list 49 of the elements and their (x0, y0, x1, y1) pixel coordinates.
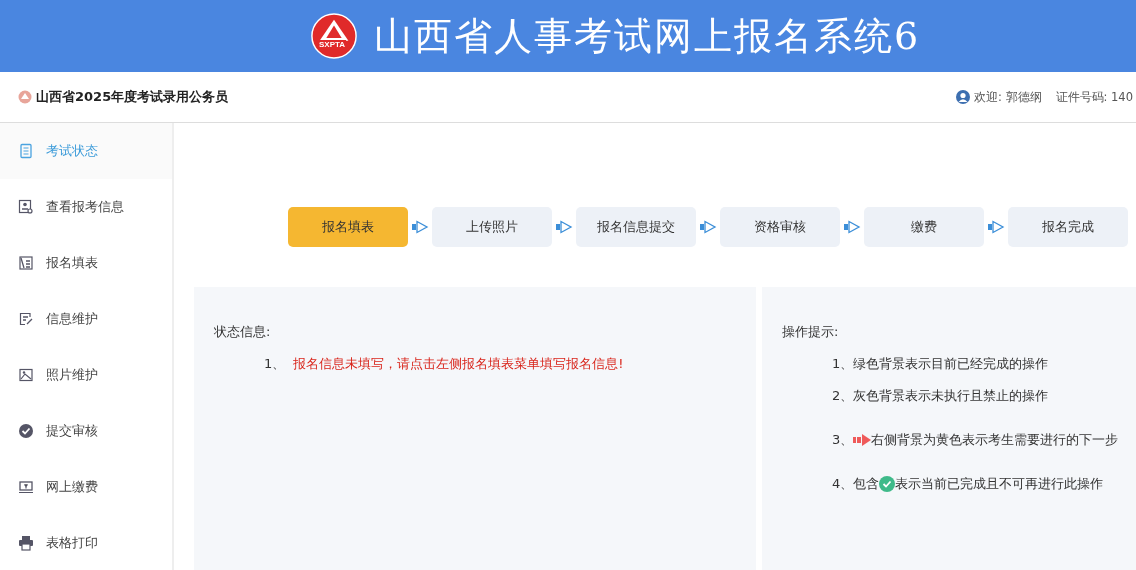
step-button[interactable]: 资格审核 (720, 207, 840, 247)
document-icon (18, 143, 34, 159)
tip-text: 绿色背景表示目前已经完成的操作 (853, 355, 1049, 373)
payment-icon (18, 479, 34, 495)
logo-text: SXPTA (318, 40, 347, 49)
tip-text: 包含 (853, 475, 880, 493)
sidebar-item[interactable]: 信息维护 (0, 291, 172, 347)
list-number: 3、 (832, 431, 854, 449)
user-icon (956, 90, 970, 104)
welcome-text: 欢迎: 郭德纲 (974, 89, 1042, 105)
step-button[interactable]: 缴费 (864, 207, 984, 247)
arrow-icon (843, 220, 861, 234)
sidebar-item[interactable]: 表格打印 (0, 515, 172, 570)
status-message: 报名信息未填写，请点击左侧报名填表菜单填写报名信息! (293, 355, 624, 373)
form-icon (18, 255, 34, 271)
list-number: 1、 (264, 355, 286, 373)
emblem-icon (18, 90, 32, 104)
list-number: 4、 (832, 475, 854, 493)
tip-text: 灰色背景表示未执行且禁止的操作 (853, 387, 1049, 405)
arrow-icon (987, 220, 1005, 234)
edit-icon (18, 311, 34, 327)
sidebar-item[interactable]: 报名填表 (0, 235, 172, 291)
step-button[interactable]: 报名完成 (1008, 207, 1128, 247)
sidebar-item[interactable]: 查看报考信息 (0, 179, 172, 235)
list-number: 2、 (832, 387, 854, 405)
step-button[interactable]: 上传照片 (432, 207, 552, 247)
check-icon (879, 476, 896, 492)
sidebar-item[interactable]: 网上缴费 (0, 459, 172, 515)
tip-text: 表示当前已完成且不可再进行此操作 (895, 475, 1104, 493)
arrow-icon (411, 220, 429, 234)
list-number: 1、 (832, 355, 854, 373)
id-number: 证件号码: 140 (1055, 89, 1133, 105)
sidebar-item[interactable]: 照片维护 (0, 347, 172, 403)
exam-name: 山西省2025年度考试录用公务员 (36, 88, 229, 106)
step-button[interactable]: 报名填表 (288, 207, 408, 247)
arrow-icon (555, 220, 573, 234)
tip-text: 右侧背景为黄色表示考生需要进行的下一步 (871, 431, 1119, 449)
sidebar-item[interactable]: 提交审核 (0, 403, 172, 459)
profile-search-icon (18, 199, 34, 215)
check-icon (18, 423, 34, 439)
step-button[interactable]: 报名信息提交 (576, 207, 696, 247)
site-title: 山西省人事考试网上报名系统6 (374, 12, 921, 60)
arrow-icon (853, 434, 872, 446)
panel-title: 状态信息: (214, 323, 272, 341)
printer-icon (18, 535, 34, 551)
image-icon (18, 367, 34, 383)
arrow-icon (699, 220, 717, 234)
panel-title: 操作提示: (782, 323, 840, 341)
logo-icon (310, 12, 358, 60)
